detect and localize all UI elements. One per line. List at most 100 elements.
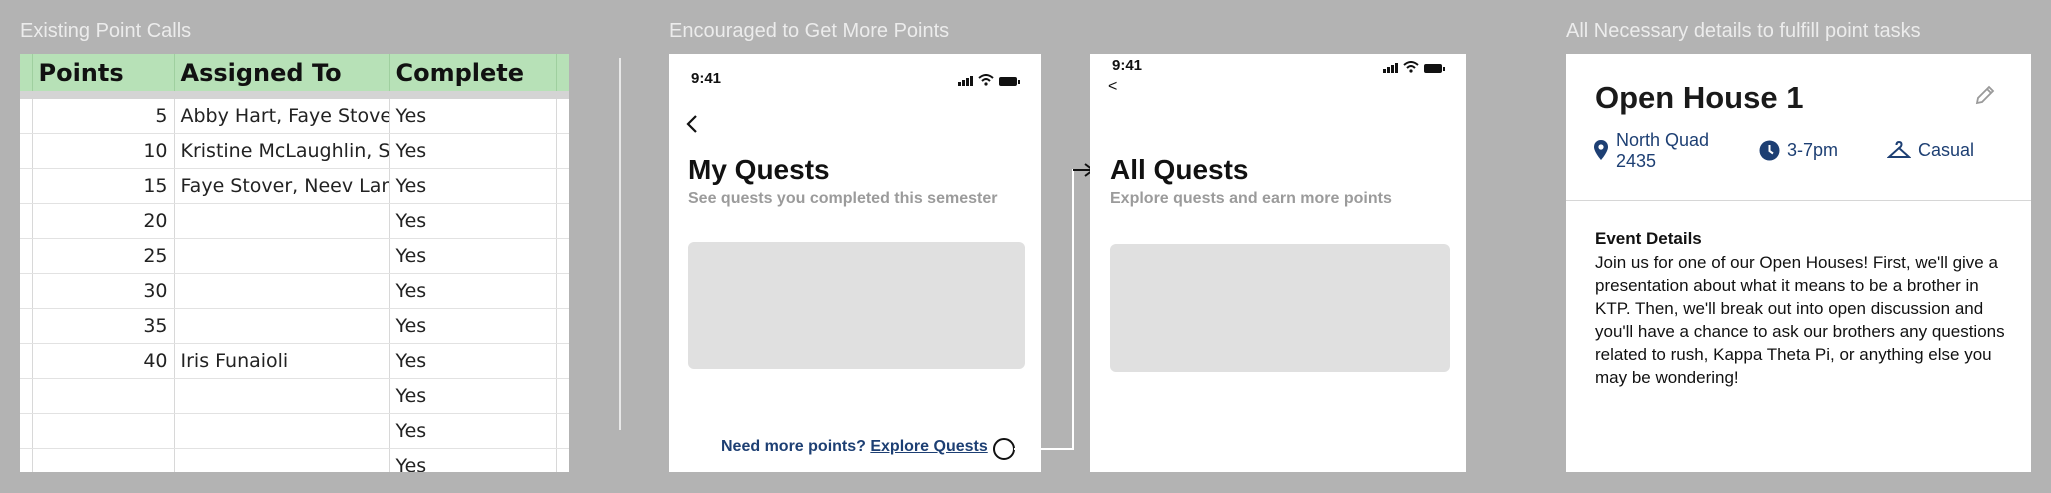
row-gutter	[20, 273, 33, 309]
row-gutter	[556, 273, 569, 309]
row-gutter	[20, 168, 33, 204]
points-cell[interactable]: 25	[32, 238, 175, 274]
location-line-2: 2435	[1616, 151, 1657, 171]
assigned-to-cell[interactable]	[174, 203, 390, 239]
complete-cell[interactable]: Yes	[389, 343, 557, 379]
table-row: 10 Kristine McLaughlin, Sa Yes	[20, 133, 569, 169]
completed-quests-card[interactable]	[688, 242, 1025, 369]
row-gutter	[556, 378, 569, 414]
header-complete[interactable]: Complete	[389, 54, 557, 99]
header-assigned-to[interactable]: Assigned To	[174, 54, 390, 99]
points-cell[interactable]	[32, 413, 175, 449]
row-gutter	[20, 54, 33, 99]
battery-icon	[1424, 64, 1445, 73]
table-row: 20 Yes	[20, 203, 569, 239]
points-cell[interactable]: 30	[32, 273, 175, 309]
status-icons	[958, 74, 1020, 86]
assigned-to-cell[interactable]	[174, 238, 390, 274]
status-time: 9:41	[691, 70, 722, 87]
row-gutter	[20, 448, 33, 472]
table-row: 5 Abby Hart, Faye Stover, Yes	[20, 95, 569, 134]
assigned-to-cell[interactable]: Faye Stover, Neev Lamb	[174, 168, 390, 204]
location-meta: North Quad 2435	[1593, 130, 1709, 172]
row-gutter	[556, 343, 569, 379]
complete-cell[interactable]: Yes	[389, 238, 557, 274]
complete-cell[interactable]: Yes	[389, 308, 557, 344]
back-button[interactable]: <	[1108, 78, 1117, 96]
assigned-to-cell[interactable]	[174, 273, 390, 309]
table-row: Yes	[20, 448, 569, 472]
points-cell[interactable]: 40	[32, 343, 175, 379]
assigned-to-cell[interactable]: Iris Funaioli	[174, 343, 390, 379]
event-details-card: Open House 1 North Quad 2435 3-7pm Casua…	[1566, 54, 2031, 472]
page-subtitle: See quests you completed this semester	[688, 190, 998, 207]
complete-cell[interactable]: Yes	[389, 273, 557, 309]
row-gutter	[20, 203, 33, 239]
complete-cell[interactable]: Yes	[389, 413, 557, 449]
complete-cell[interactable]: Yes	[389, 95, 557, 134]
points-cell[interactable]: 20	[32, 203, 175, 239]
row-gutter	[556, 203, 569, 239]
wifi-icon	[978, 74, 994, 86]
time-text: 3-7pm	[1787, 140, 1839, 160]
row-gutter	[556, 448, 569, 472]
quest-card[interactable]	[1110, 244, 1450, 372]
points-table: Points Assigned To Complete 5 Abby Hart, …	[20, 54, 569, 472]
row-gutter	[556, 54, 569, 99]
event-description: Join us for one of our Open Houses! Firs…	[1595, 253, 2005, 387]
row-gutter	[556, 168, 569, 204]
chevron-left-icon[interactable]	[685, 114, 699, 134]
complete-cell[interactable]: Yes	[389, 448, 557, 472]
complete-cell[interactable]: Yes	[389, 378, 557, 414]
assigned-to-cell[interactable]	[174, 448, 390, 472]
table-row: 25 Yes	[20, 238, 569, 274]
signal-icon	[958, 76, 973, 86]
complete-cell[interactable]: Yes	[389, 203, 557, 239]
assigned-to-cell[interactable]: Kristine McLaughlin, Sa	[174, 133, 390, 169]
complete-cell[interactable]: Yes	[389, 133, 557, 169]
section-label-details: All Necessary details to fulfill point t…	[1566, 20, 1921, 42]
status-time: 9:41	[1112, 57, 1143, 74]
row-gutter	[556, 133, 569, 169]
points-cell[interactable]: 35	[32, 308, 175, 344]
points-cell[interactable]	[32, 378, 175, 414]
points-cell[interactable]: 15	[32, 168, 175, 204]
location-line-1: North Quad	[1616, 130, 1710, 150]
event-title: Open House 1	[1595, 80, 1804, 115]
hanger-icon	[1887, 140, 1911, 158]
points-cell[interactable]: 10	[32, 133, 175, 169]
explore-quests-link[interactable]: Explore Quests	[870, 438, 987, 455]
table-row: Yes	[20, 413, 569, 449]
points-cell[interactable]	[32, 448, 175, 472]
cta-prompt: Need more points?	[721, 438, 866, 455]
complete-cell[interactable]: Yes	[389, 168, 557, 204]
table-row: 30 Yes	[20, 273, 569, 309]
time-meta: 3-7pm	[1759, 140, 1838, 161]
row-gutter	[20, 308, 33, 344]
all-quests-screen: 9:41 < All Quests Explore quests and ear…	[1090, 54, 1466, 472]
assigned-to-cell[interactable]	[174, 413, 390, 449]
signal-icon	[1383, 63, 1398, 73]
clock-icon	[1759, 140, 1780, 161]
header-points[interactable]: Points	[32, 54, 175, 99]
page-title: All Quests	[1110, 154, 1249, 185]
assigned-to-cell[interactable]: Abby Hart, Faye Stover,	[174, 95, 390, 134]
hotspot-circle-icon	[993, 438, 1015, 460]
assigned-to-cell[interactable]	[174, 378, 390, 414]
section-divider	[619, 58, 621, 430]
event-details-heading: Event Details	[1595, 229, 1702, 248]
details-divider	[1566, 200, 2031, 201]
row-gutter	[20, 95, 33, 134]
battery-icon	[999, 77, 1020, 86]
table-row: 40 Iris Funaioli Yes	[20, 343, 569, 379]
table-row: Yes	[20, 378, 569, 414]
page-subtitle: Explore quests and earn more points	[1110, 190, 1392, 207]
assigned-to-cell[interactable]	[174, 308, 390, 344]
row-gutter	[20, 378, 33, 414]
points-cell[interactable]: 5	[32, 95, 175, 134]
section-label-point-calls: Existing Point Calls	[20, 20, 192, 42]
row-gutter	[20, 343, 33, 379]
pencil-icon[interactable]	[1974, 84, 1996, 106]
status-icons	[1383, 61, 1445, 73]
row-gutter	[556, 95, 569, 134]
